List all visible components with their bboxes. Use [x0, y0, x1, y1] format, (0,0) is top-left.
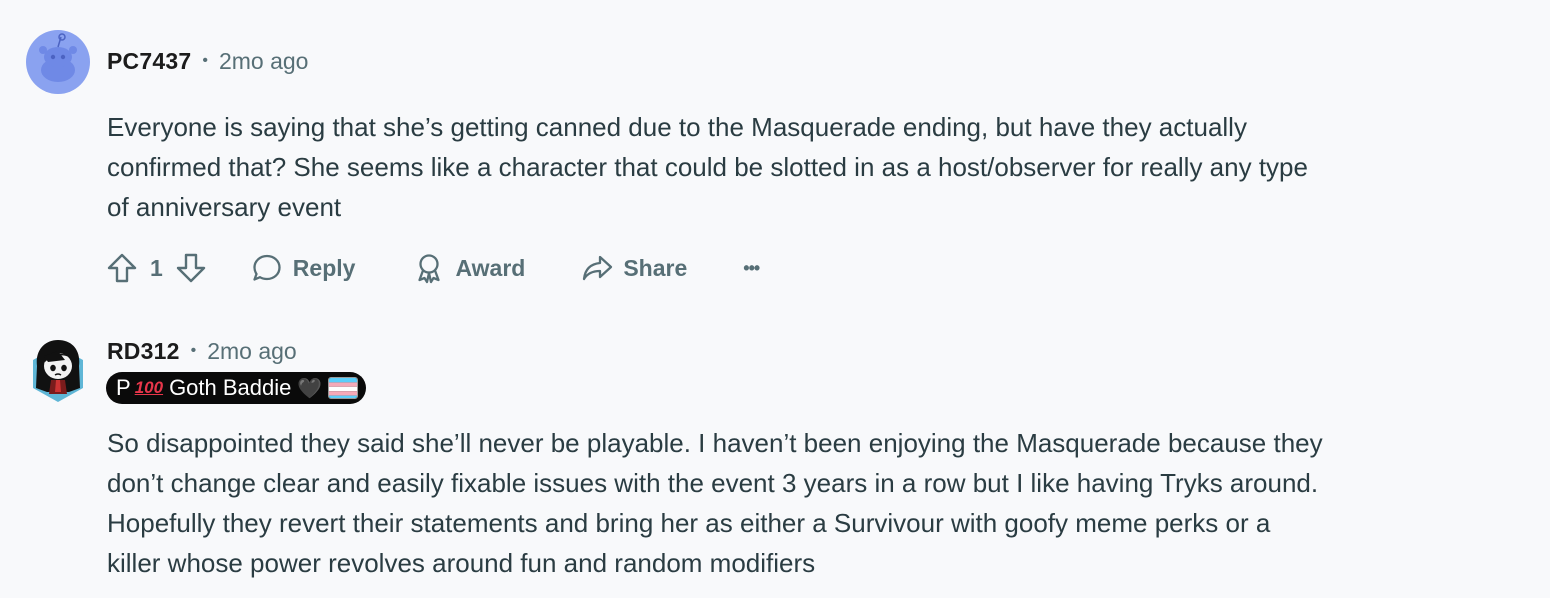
comment-body: Everyone is saying that she’s getting ca… [107, 107, 1477, 227]
more-options-icon: ••• [743, 257, 760, 278]
meta-separator: • [190, 341, 197, 359]
comment-line: killer whose power revolves around fun a… [107, 548, 816, 578]
black-heart-emoji: 🖤 [297, 377, 323, 400]
share-label: Share [623, 254, 688, 281]
share-arrow-icon [583, 255, 613, 281]
trans-flag-icon [328, 377, 359, 399]
comment-line: of anniversary event [107, 192, 342, 222]
comment-line: confirmed that? She seems like a charact… [107, 152, 1308, 182]
more-options-button[interactable]: ••• [743, 257, 760, 279]
reply-label: Reply [292, 254, 356, 281]
arrow-down-icon [176, 253, 205, 283]
upvote-button[interactable] [106, 252, 138, 284]
goth-character-avatar-icon [33, 340, 83, 402]
timestamp[interactable]: 2mo ago [219, 48, 309, 75]
arrow-up-icon [107, 253, 137, 283]
award-ribbon-icon [418, 254, 441, 284]
user-avatar[interactable] [25, 332, 91, 402]
award-button[interactable]: Award [413, 252, 525, 284]
comment-meta: PC7437 • 2mo ago [107, 48, 308, 75]
vote-score: 1 [150, 254, 163, 281]
username[interactable]: PC7437 [107, 48, 191, 75]
flair-text: Goth Baddie [169, 375, 292, 400]
comment-actions: 1 Reply Award Share ••• [106, 248, 760, 288]
comment-line: Everyone is saying that she’s getting ca… [107, 112, 1247, 142]
user-avatar[interactable] [26, 30, 90, 94]
username[interactable]: RD312 [107, 338, 180, 365]
chat-bubble-icon [253, 254, 281, 281]
timestamp[interactable]: 2mo ago [207, 338, 297, 365]
meta-separator: • [202, 51, 208, 69]
comment-body: So disappointed they said she’ll never b… [107, 423, 1477, 583]
comment-line: don’t change clear and easily fixable is… [107, 468, 1319, 498]
reddit-snoo-avatar-icon [26, 30, 90, 94]
hundred-points-emoji: 100 [134, 378, 164, 397]
comment-line: So disappointed they said she’ll never b… [107, 428, 1323, 458]
flair-prefix: P [116, 375, 131, 400]
share-button[interactable]: Share [581, 252, 687, 284]
comment-line: Hopefully they revert their statements a… [107, 508, 1271, 538]
comment-meta: RD312 • 2mo ago [107, 338, 297, 365]
user-flair: P 100 Goth Baddie 🖤 [106, 372, 367, 404]
award-label: Award [455, 254, 526, 281]
reply-button[interactable]: Reply [251, 252, 356, 284]
downvote-button[interactable] [175, 252, 207, 284]
